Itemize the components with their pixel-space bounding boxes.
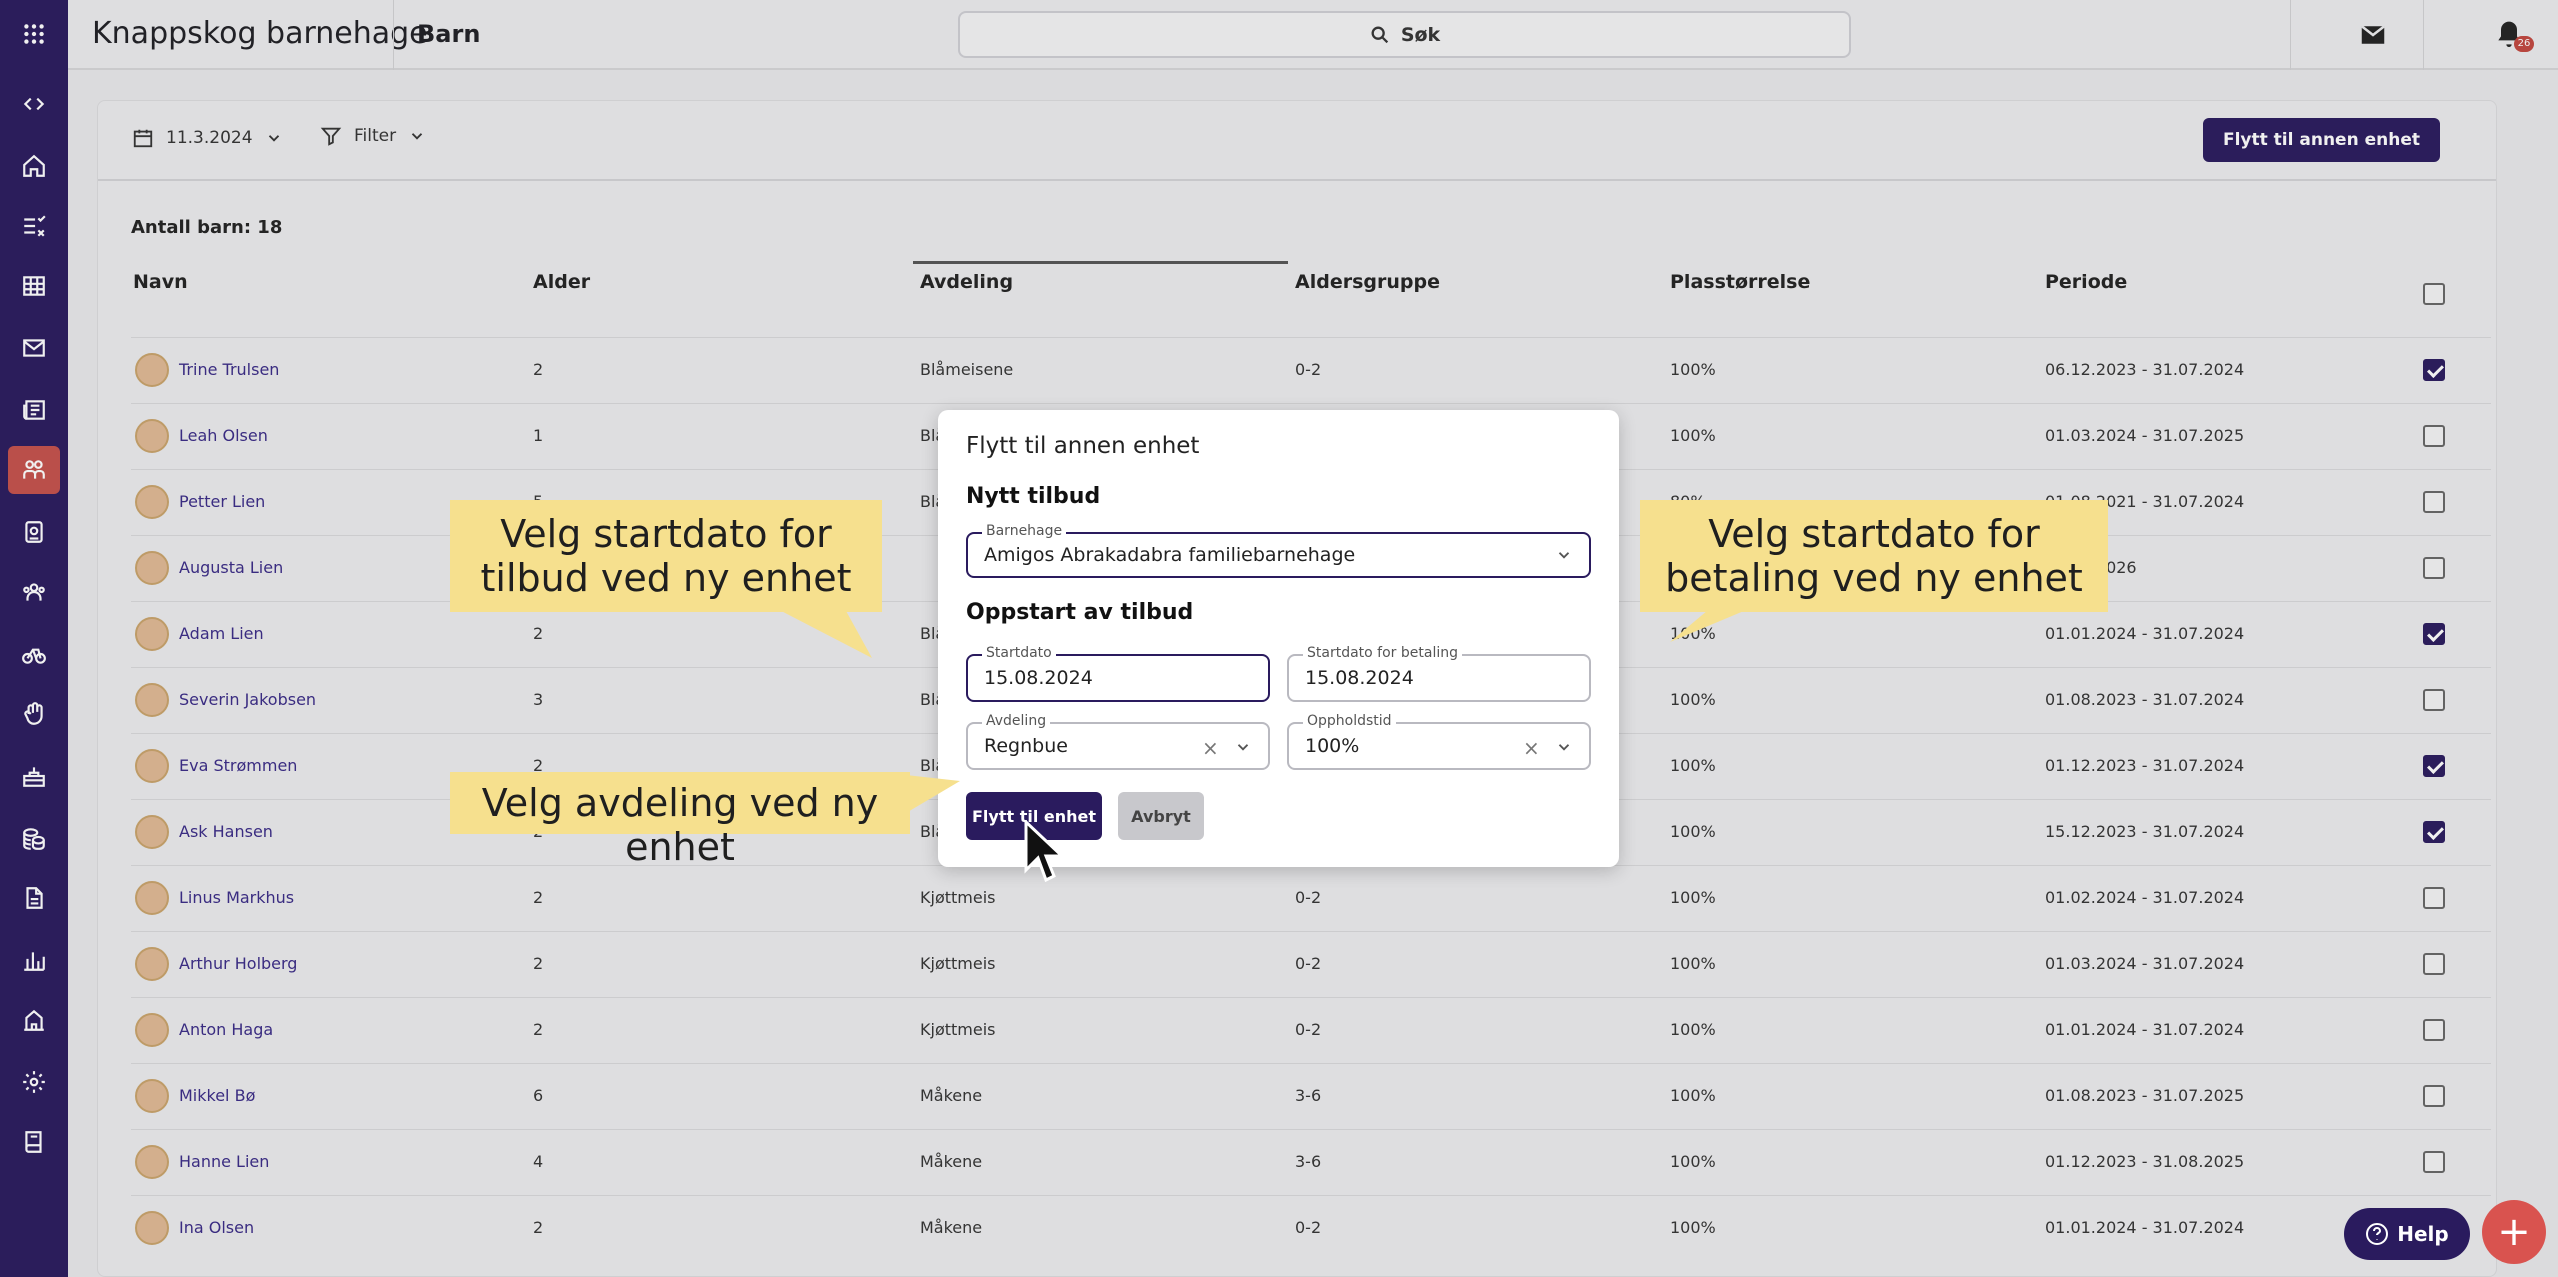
field-label: Avdeling bbox=[982, 713, 1051, 729]
field-value: 15.08.2024 bbox=[984, 667, 1093, 689]
kindergarten-select[interactable]: Barnehage Amigos Abrakadabra familiebarn… bbox=[966, 523, 1591, 578]
field-label: Startdato bbox=[982, 645, 1056, 661]
section-start: Oppstart av tilbud bbox=[966, 600, 1194, 625]
help-label: Help bbox=[2397, 1222, 2449, 1246]
field-value: 100% bbox=[1305, 735, 1360, 757]
start-date-field[interactable]: Startdato 15.08.2024 bbox=[966, 645, 1270, 702]
field-label: Barnehage bbox=[982, 523, 1067, 539]
callout-tail bbox=[906, 775, 960, 813]
field-label: Oppholdstid bbox=[1303, 713, 1396, 729]
help-icon bbox=[2366, 1223, 2389, 1245]
clear-icon[interactable]: × bbox=[1523, 736, 1540, 760]
chevron-down-icon bbox=[1558, 744, 1570, 751]
clear-icon[interactable]: × bbox=[1202, 736, 1219, 760]
field-label: Startdato for betaling bbox=[1303, 645, 1462, 661]
field-value: 15.08.2024 bbox=[1305, 667, 1414, 689]
chevron-down-icon bbox=[1558, 552, 1570, 559]
mouse-cursor-icon bbox=[1024, 820, 1064, 883]
add-button[interactable]: + bbox=[2482, 1200, 2546, 1264]
cancel-button[interactable]: Avbryt bbox=[1118, 792, 1204, 840]
move-unit-dialog: Flytt til annen enhet Nytt tilbud Barneh… bbox=[938, 410, 1619, 867]
callout-start-date: Velg startdato for tilbud ved ny enhet bbox=[450, 500, 882, 612]
help-button[interactable]: Help bbox=[2344, 1208, 2470, 1260]
field-value: Regnbue bbox=[984, 735, 1068, 757]
chevron-down-icon bbox=[1237, 744, 1249, 751]
payment-start-date-field[interactable]: Startdato for betaling 15.08.2024 bbox=[1287, 645, 1591, 702]
section-new-offer: Nytt tilbud bbox=[966, 484, 1101, 509]
hours-select[interactable]: Oppholdstid 100% × bbox=[1287, 713, 1591, 770]
callout-payment-date: Velg startdato for betaling ved ny enhet bbox=[1640, 500, 2108, 612]
dialog-title: Flytt til annen enhet bbox=[966, 433, 1200, 459]
callout-department: Velg avdeling ved ny enhet bbox=[450, 772, 910, 869]
field-value: Amigos Abrakadabra familiebarnehage bbox=[984, 544, 1356, 566]
department-select[interactable]: Avdeling Regnbue × bbox=[966, 713, 1270, 770]
